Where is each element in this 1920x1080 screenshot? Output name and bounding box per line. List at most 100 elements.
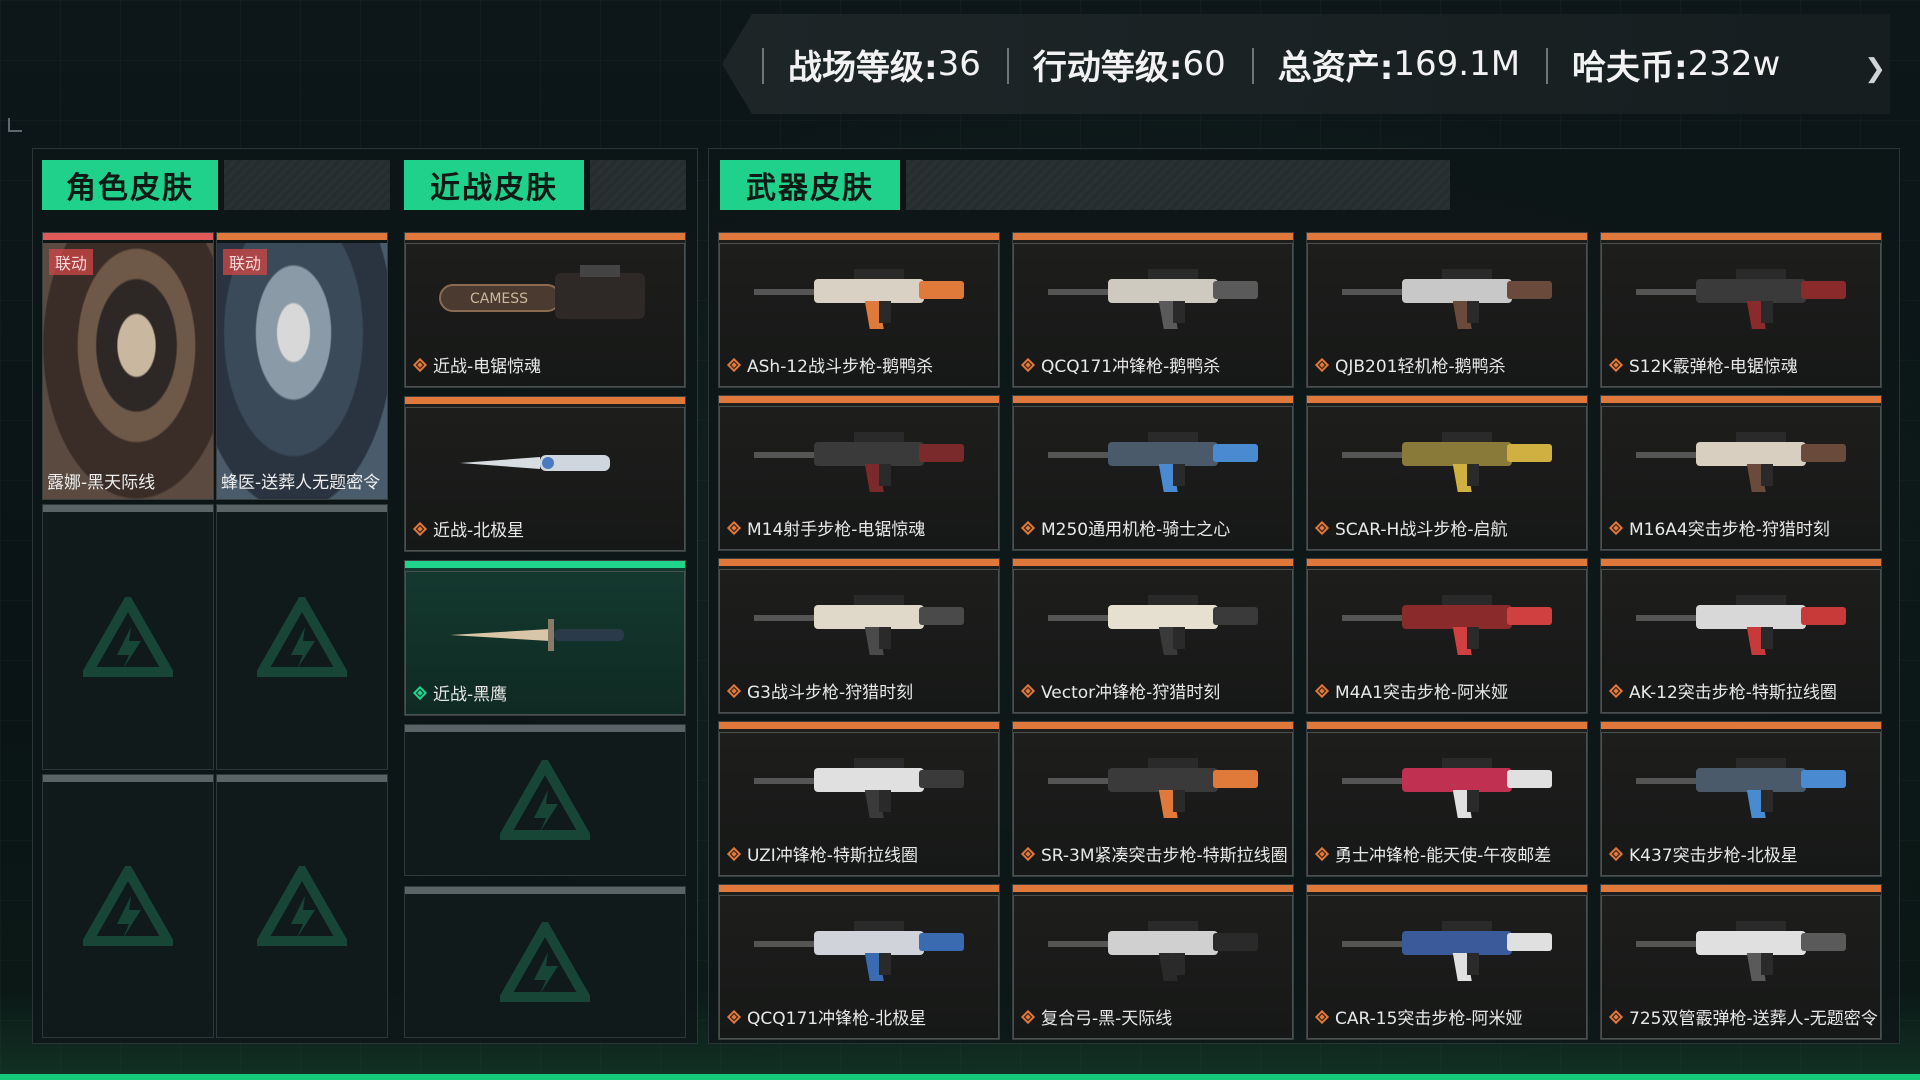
weapon-card[interactable]: ASh-12战斗步枪-鹅鸭杀: [718, 232, 1000, 388]
weapon-icon: [1342, 269, 1552, 329]
section-header-melee: 近战皮肤: [404, 160, 686, 210]
rarity-diamond-icon: [1315, 1010, 1329, 1024]
empty-slot-logo-icon: [83, 866, 173, 946]
slot-bar: [405, 887, 685, 894]
item-caption: SCAR-H战斗步枪-启航: [1315, 515, 1507, 540]
item-name: 近战-北极星: [433, 521, 525, 541]
section-header-weapon: 武器皮肤: [720, 160, 1450, 210]
rarity-bar: [719, 233, 999, 240]
empty-character-slot[interactable]: [42, 774, 214, 1038]
bottom-accent-line: [0, 1074, 1920, 1080]
empty-character-slot[interactable]: [216, 504, 388, 770]
empty-character-slot[interactable]: [42, 504, 214, 770]
weapon-icon: [754, 432, 964, 492]
weapon-icon: [1636, 432, 1846, 492]
melee-card-polaris[interactable]: 近战-北极星: [404, 396, 686, 552]
stat-separator: [762, 48, 764, 84]
weapon-icon: [1342, 432, 1552, 492]
weapon-card[interactable]: 725双管霰弹枪-送葬人-无题密令: [1600, 884, 1882, 1040]
weapon-card[interactable]: QJB201轻机枪-鹅鸭杀: [1306, 232, 1588, 388]
item-name: QJB201轻机枪-鹅鸭杀: [1335, 357, 1506, 377]
weapon-card[interactable]: QCQ171冲锋枪-鹅鸭杀: [1012, 232, 1294, 388]
weapon-card[interactable]: M14射手步枪-电锯惊魂: [718, 395, 1000, 551]
character-card-luna[interactable]: 联动 露娜-黑天际线: [42, 232, 214, 500]
weapon-card[interactable]: Vector冲锋枪-狩猎时刻: [1012, 558, 1294, 714]
rarity-bar: [1013, 722, 1293, 729]
weapon-card[interactable]: 勇士冲锋枪-能天使-午夜邮差: [1306, 721, 1588, 877]
rarity-bar: [1601, 233, 1881, 240]
weapon-icon: [1048, 269, 1258, 329]
weapon-card[interactable]: AK-12突击步枪-特斯拉线圈: [1600, 558, 1882, 714]
weapon-icon: [1342, 595, 1552, 655]
weapon-card[interactable]: SCAR-H战斗步枪-启航: [1306, 395, 1588, 551]
chevron-right-icon[interactable]: ❯: [1864, 54, 1886, 84]
item-caption: 勇士冲锋枪-能天使-午夜邮差: [1315, 841, 1551, 866]
item-name: CAR-15突击步枪-阿米娅: [1335, 1009, 1523, 1029]
header-stripe: [590, 160, 686, 210]
empty-character-slot[interactable]: [216, 774, 388, 1038]
weapon-icon: [1636, 758, 1846, 818]
weapon-card[interactable]: QCQ171冲锋枪-北极星: [718, 884, 1000, 1040]
melee-card-blackhawk[interactable]: 近战-黑鹰: [404, 560, 686, 716]
rarity-bar: [719, 722, 999, 729]
weapon-card[interactable]: S12K霰弹枪-电锯惊魂: [1600, 232, 1882, 388]
empty-slot-logo-icon: [500, 760, 590, 840]
chainsaw-icon: CAMESS: [439, 265, 645, 319]
weapon-card[interactable]: M250通用机枪-骑士之心: [1012, 395, 1294, 551]
weapon-card[interactable]: M4A1突击步枪-阿米娅: [1306, 558, 1588, 714]
stat-value: 169.1M: [1393, 44, 1521, 84]
rarity-diamond-icon: [1609, 684, 1623, 698]
stat-total-assets: 总资产: 169.1M: [1251, 14, 1546, 114]
character-portrait: [217, 243, 387, 499]
weapon-icon: [754, 269, 964, 329]
character-name: 蜂医-送葬人无题密令: [221, 473, 381, 493]
weapon-icon: [754, 758, 964, 818]
weapon-card[interactable]: K437突击步枪-北极星: [1600, 721, 1882, 877]
rarity-bar: [1307, 885, 1587, 892]
item-caption: M250通用机枪-骑士之心: [1021, 515, 1230, 540]
weapon-icon: [1636, 269, 1846, 329]
rarity-diamond-icon: [1315, 847, 1329, 861]
item-name: M14射手步枪-电锯惊魂: [747, 520, 926, 540]
melee-card-chainsaw[interactable]: CAMESS 近战-电锯惊魂: [404, 232, 686, 388]
item-caption: SR-3M紧凑突击步枪-特斯拉线圈: [1021, 841, 1288, 866]
item-caption: AK-12突击步枪-特斯拉线圈: [1609, 678, 1837, 703]
item-caption: CAR-15突击步枪-阿米娅: [1315, 1004, 1523, 1029]
weapon-card[interactable]: CAR-15突击步枪-阿米娅: [1306, 884, 1588, 1040]
empty-melee-slot[interactable]: [404, 886, 686, 1038]
item-name: SCAR-H战斗步枪-启航: [1335, 520, 1508, 540]
item-name: G3战斗步枪-狩猎时刻: [747, 683, 914, 703]
stat-value: 36: [937, 44, 981, 84]
character-card-medic[interactable]: 联动 蜂医-送葬人无题密令: [216, 232, 388, 500]
item-caption: UZI冲锋枪-特斯拉线圈: [727, 841, 918, 866]
item-caption: QCQ171冲锋枪-鹅鸭杀: [1021, 352, 1220, 377]
weapon-card[interactable]: G3战斗步枪-狩猎时刻: [718, 558, 1000, 714]
rarity-bar: [1013, 559, 1293, 566]
rarity-diamond-icon: [413, 686, 427, 700]
character-name: 露娜-黑天际线: [47, 473, 156, 493]
weapon-icon: [754, 921, 964, 981]
item-caption: G3战斗步枪-狩猎时刻: [727, 678, 913, 703]
weapon-card[interactable]: SR-3M紧凑突击步枪-特斯拉线圈: [1012, 721, 1294, 877]
rarity-bar: [43, 233, 213, 240]
empty-slot-logo-icon: [257, 597, 347, 677]
rarity-bar: [1601, 396, 1881, 403]
weapon-card[interactable]: 复合弓-黑-天际线: [1012, 884, 1294, 1040]
item-caption: 近战-黑鹰: [413, 680, 507, 705]
weapon-icon: [1048, 595, 1258, 655]
rarity-bar: [719, 396, 999, 403]
weapon-card[interactable]: UZI冲锋枪-特斯拉线圈: [718, 721, 1000, 877]
stat-value: 232w: [1687, 44, 1781, 84]
stat-battlefield-level: 战场等级: 36: [762, 14, 1007, 114]
rarity-bar: [1307, 722, 1587, 729]
rarity-diamond-icon: [727, 684, 741, 698]
stat-separator: [1006, 48, 1009, 84]
item-caption: S12K霰弹枪-电锯惊魂: [1609, 352, 1798, 377]
rarity-bar: [405, 397, 685, 404]
item-name: UZI冲锋枪-特斯拉线圈: [747, 846, 918, 866]
weapon-card[interactable]: M16A4突击步枪-狩猎时刻: [1600, 395, 1882, 551]
empty-melee-slot[interactable]: [404, 724, 686, 876]
rarity-diamond-icon: [727, 521, 741, 535]
item-caption: 近战-电锯惊魂: [413, 352, 541, 377]
section-title: 武器皮肤: [720, 160, 900, 210]
